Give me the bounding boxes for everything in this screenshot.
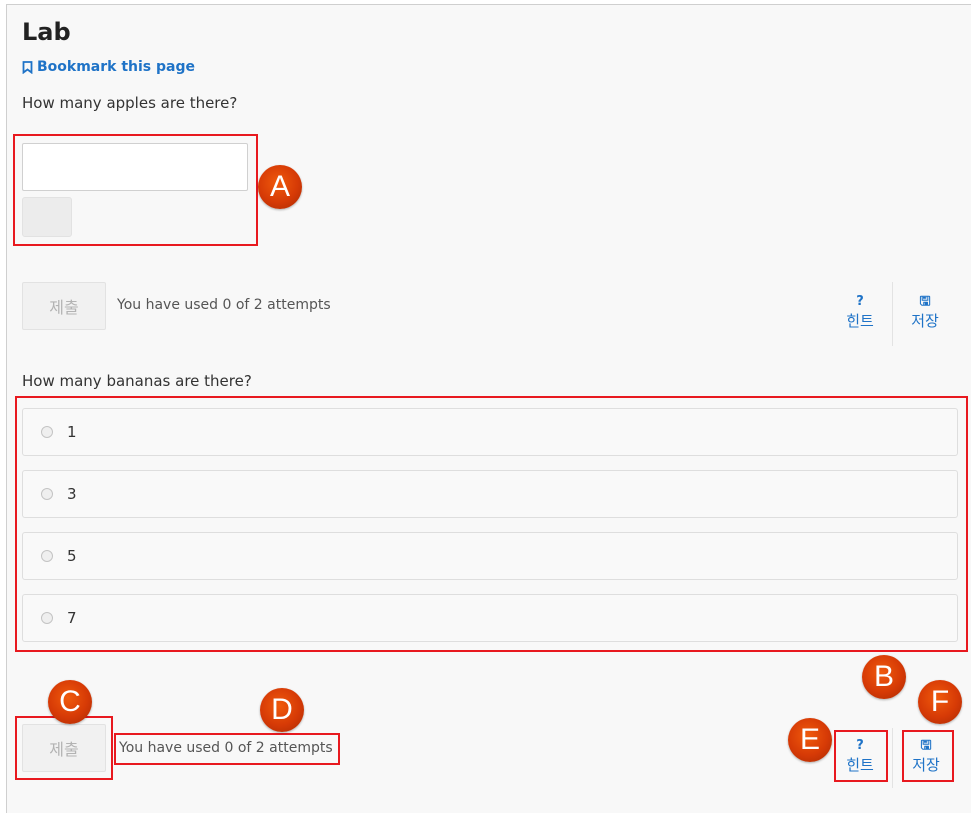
answer-input[interactable] [22,143,248,191]
problem2-attempts-text: You have used 0 of 2 attempts [119,740,333,756]
annotation-marker-b: B [862,655,906,699]
action-divider [892,728,893,788]
annotation-marker-e: E [788,718,832,762]
question-icon: ? [856,294,864,309]
page-title: Lab [22,18,71,46]
radio-button[interactable] [41,612,53,624]
save-icon: 🖫 [920,738,932,753]
save-icon: 🖫 [919,294,931,309]
save-label: 저장 [911,312,939,330]
radio-button[interactable] [41,426,53,438]
problem2-submit-button[interactable]: 제출 [22,724,106,772]
annotation-marker-a: A [258,165,302,209]
choice-label: 1 [67,423,77,441]
radio-button[interactable] [41,550,53,562]
save-label: 저장 [912,756,940,774]
choice-label: 5 [67,547,77,565]
problem1-hint-button[interactable]: ? 힌트 [840,294,880,331]
problem1-submit-button[interactable]: 제출 [22,282,106,330]
question-icon: ? [856,738,864,753]
action-divider [892,282,893,346]
choice-label: 3 [67,485,77,503]
choice-option[interactable]: 7 [22,594,958,642]
problem2-question: How many bananas are there? [22,372,252,390]
choice-option[interactable]: 1 [22,408,958,456]
problem1-save-button[interactable]: 🖫 저장 [905,294,945,331]
choice-option[interactable]: 3 [22,470,958,518]
annotation-marker-d: D [260,688,304,732]
bookmark-label: Bookmark this page [37,59,195,75]
choice-option[interactable]: 5 [22,532,958,580]
input-status-button[interactable] [22,197,72,237]
problem2-hint-button[interactable]: ? 힌트 [840,738,880,775]
bookmark-icon [22,60,33,74]
bookmark-link[interactable]: Bookmark this page [22,59,195,75]
problem2-save-button[interactable]: 🖫 저장 [906,738,946,775]
annotation-marker-c: C [48,680,92,724]
radio-button[interactable] [41,488,53,500]
choice-label: 7 [67,609,77,627]
hint-label: 힌트 [846,312,874,330]
problem1-question: How many apples are there? [22,94,238,112]
annotation-marker-f: F [918,680,962,724]
problem1-attempts-text: You have used 0 of 2 attempts [117,297,331,313]
hint-label: 힌트 [846,756,874,774]
